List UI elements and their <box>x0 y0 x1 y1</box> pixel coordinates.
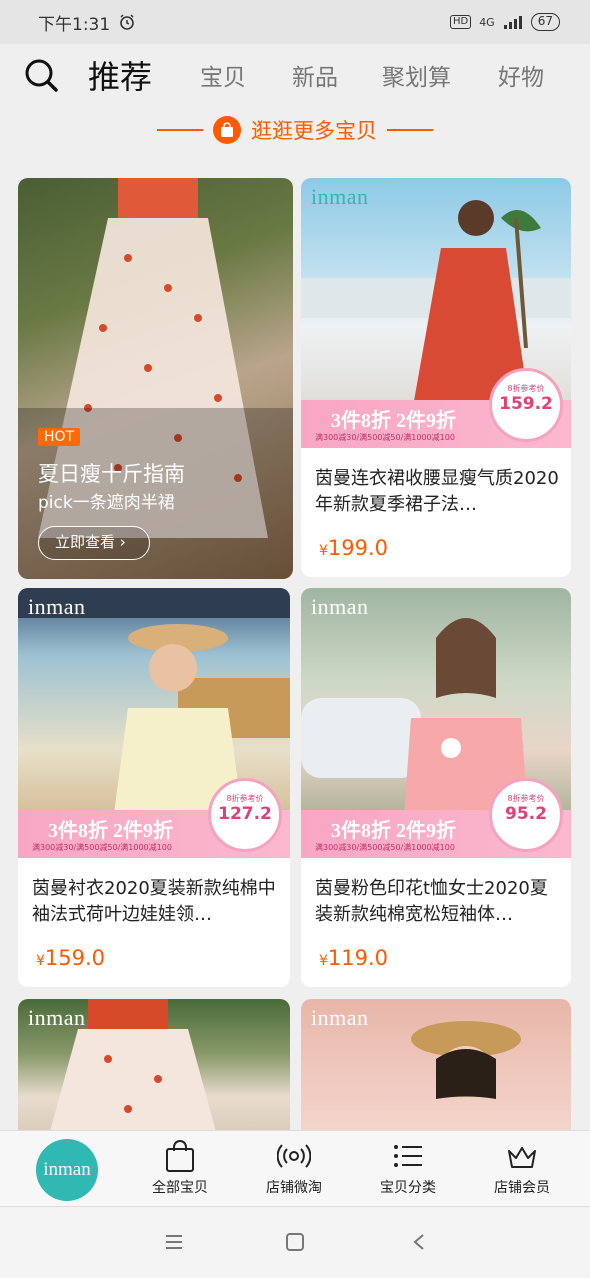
shop-logo-text: inman <box>43 1159 91 1180</box>
view-now-button[interactable]: 立即查看 › <box>38 526 150 560</box>
back-icon[interactable] <box>410 1233 430 1251</box>
product-title: 茵曼衬衣2020夏装新款纯棉中袖法式荷叶边娃娃领… <box>32 878 276 925</box>
tab-good-items[interactable]: 好物 <box>498 58 544 92</box>
hero-title: 夏日瘦十斤指南 <box>38 462 185 486</box>
currency-symbol: ¥ <box>319 953 328 969</box>
currency-symbol: ¥ <box>319 543 328 559</box>
product-price: ¥119.0 <box>319 946 388 970</box>
home-icon[interactable] <box>285 1233 305 1251</box>
nav-shop-feed[interactable]: 店铺微淘 <box>246 1139 342 1197</box>
ref-price: 95.2 <box>505 804 547 824</box>
ref-price-label: 8折参考价 <box>507 794 545 803</box>
ref-price-badge: 8折参考价 159.2 <box>489 368 563 442</box>
ref-price-badge: 8折参考价 127.2 <box>208 778 282 852</box>
promo-text: 3件8折 2件9折 <box>48 820 173 842</box>
product-card[interactable]: inman 3件8折 2件9折 满300减30/满500减50/满1000减10… <box>301 588 571 987</box>
signal-icon <box>503 16 522 29</box>
crown-icon <box>508 1147 536 1168</box>
alarm-icon <box>120 14 134 30</box>
more-products-label: 逛逛更多宝贝 <box>251 119 377 143</box>
tab-new[interactable]: 新品 <box>292 58 338 92</box>
price-value: 159.0 <box>44 946 106 970</box>
brand-logo: inman <box>28 1005 86 1030</box>
bottom-nav-bar: inman 全部宝贝 店铺微淘 宝贝分类 店铺会员 <box>0 1130 590 1206</box>
ref-price-badge: 8折参考价 95.2 <box>489 778 563 852</box>
tab-recommend[interactable]: 推荐 <box>88 52 152 98</box>
product-title: 茵曼连衣裙收腰显瘦气质2020年新款夏季裙子法… <box>315 468 559 515</box>
shop-logo[interactable]: inman <box>36 1139 98 1201</box>
product-card[interactable]: inman <box>18 999 290 1139</box>
product-price: ¥199.0 <box>319 536 388 560</box>
list-icon <box>394 1145 422 1167</box>
broadcast-icon <box>277 1144 311 1168</box>
nav-label: 宝贝分类 <box>380 1180 436 1196</box>
status-time: 下午1:31 <box>38 14 111 35</box>
promo-text: 3件8折 2件9折 <box>331 410 456 432</box>
product-title: 茵曼粉色印花t恤女士2020夏装新款纯棉宽松短袖体… <box>315 878 548 925</box>
currency-symbol: ¥ <box>36 953 45 969</box>
nav-categories[interactable]: 宝贝分类 <box>360 1139 456 1197</box>
menu-icon[interactable] <box>164 1233 184 1251</box>
product-price: ¥159.0 <box>36 946 105 970</box>
ref-price: 159.2 <box>499 394 553 414</box>
product-card[interactable]: inman 3件8折 2件9折 满300减30/满500减50/满1000减10… <box>301 178 571 577</box>
promo-detail: 满300减30/满500减50/满1000减100 <box>32 843 172 852</box>
hero-subtitle: pick一条遮肉半裙 <box>38 493 175 513</box>
promo-text: 3件8折 2件9折 <box>331 820 456 842</box>
view-now-label: 立即查看 <box>55 533 116 551</box>
shopping-bag-icon <box>166 1140 194 1172</box>
divider-left <box>157 129 203 131</box>
price-value: 119.0 <box>327 946 389 970</box>
ref-price-label: 8折参考价 <box>507 384 545 393</box>
status-bar: 下午1:31 HD 4G 67 <box>0 0 590 44</box>
hero-banner[interactable]: HOT 夏日瘦十斤指南 pick一条遮肉半裙 立即查看 › <box>18 178 293 579</box>
more-products-link[interactable]: 逛逛更多宝贝 <box>0 112 590 148</box>
brand-logo: inman <box>28 594 86 619</box>
nav-all-products[interactable]: 全部宝贝 <box>132 1139 228 1197</box>
shopping-bag-icon <box>213 116 241 144</box>
nav-label: 全部宝贝 <box>152 1180 208 1196</box>
network-label: 4G <box>479 15 495 29</box>
ref-price: 127.2 <box>218 804 272 824</box>
hero-image <box>18 178 293 579</box>
nav-label: 店铺会员 <box>494 1180 550 1196</box>
battery-icon: 67 <box>530 13 560 31</box>
brand-logo: inman <box>311 1005 369 1030</box>
hd-icon: HD <box>449 15 472 29</box>
product-card[interactable]: inman 3件8折 2件9折 满300减30/满500减50/满1000减10… <box>18 588 290 987</box>
nav-label: 店铺微淘 <box>266 1180 322 1196</box>
product-card[interactable]: inman <box>301 999 571 1139</box>
ref-price-label: 8折参考价 <box>226 794 264 803</box>
system-nav-bar <box>0 1206 590 1278</box>
nav-membership[interactable]: 店铺会员 <box>474 1139 570 1197</box>
divider-right <box>387 129 433 131</box>
hot-badge: HOT <box>38 428 81 446</box>
tab-products[interactable]: 宝贝 <box>200 58 246 92</box>
search-icon[interactable] <box>24 58 58 92</box>
promo-detail: 满300减30/满500减50/满1000减100 <box>315 843 455 852</box>
brand-logo: inman <box>311 594 369 619</box>
price-value: 199.0 <box>327 536 389 560</box>
chevron-right-icon: › <box>119 533 126 551</box>
tab-juhuasuan[interactable]: 聚划算 <box>382 58 451 92</box>
brand-logo: inman <box>311 184 369 209</box>
top-tab-bar: 推荐 宝贝 新品 聚划算 好物 <box>0 44 590 104</box>
promo-detail: 满300减30/满500减50/满1000减100 <box>315 433 455 442</box>
